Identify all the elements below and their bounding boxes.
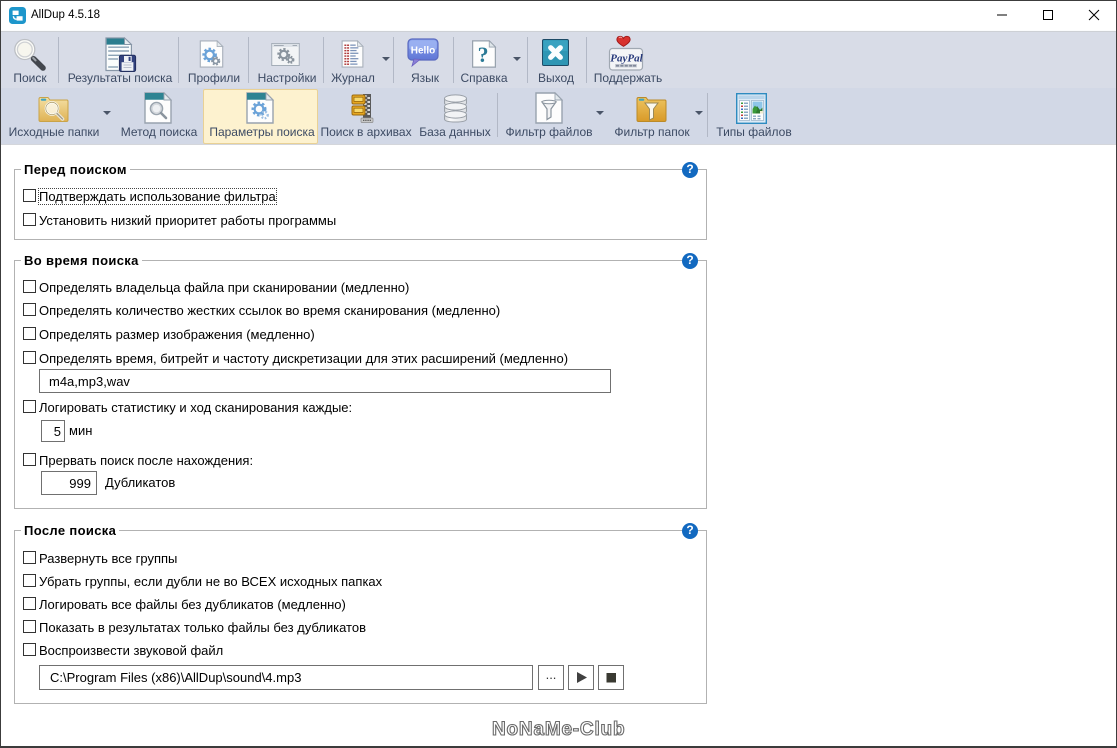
svg-text:PayPal: PayPal [610, 53, 643, 65]
svg-text:?: ? [478, 43, 489, 67]
svg-text:Hello: Hello [411, 46, 435, 57]
